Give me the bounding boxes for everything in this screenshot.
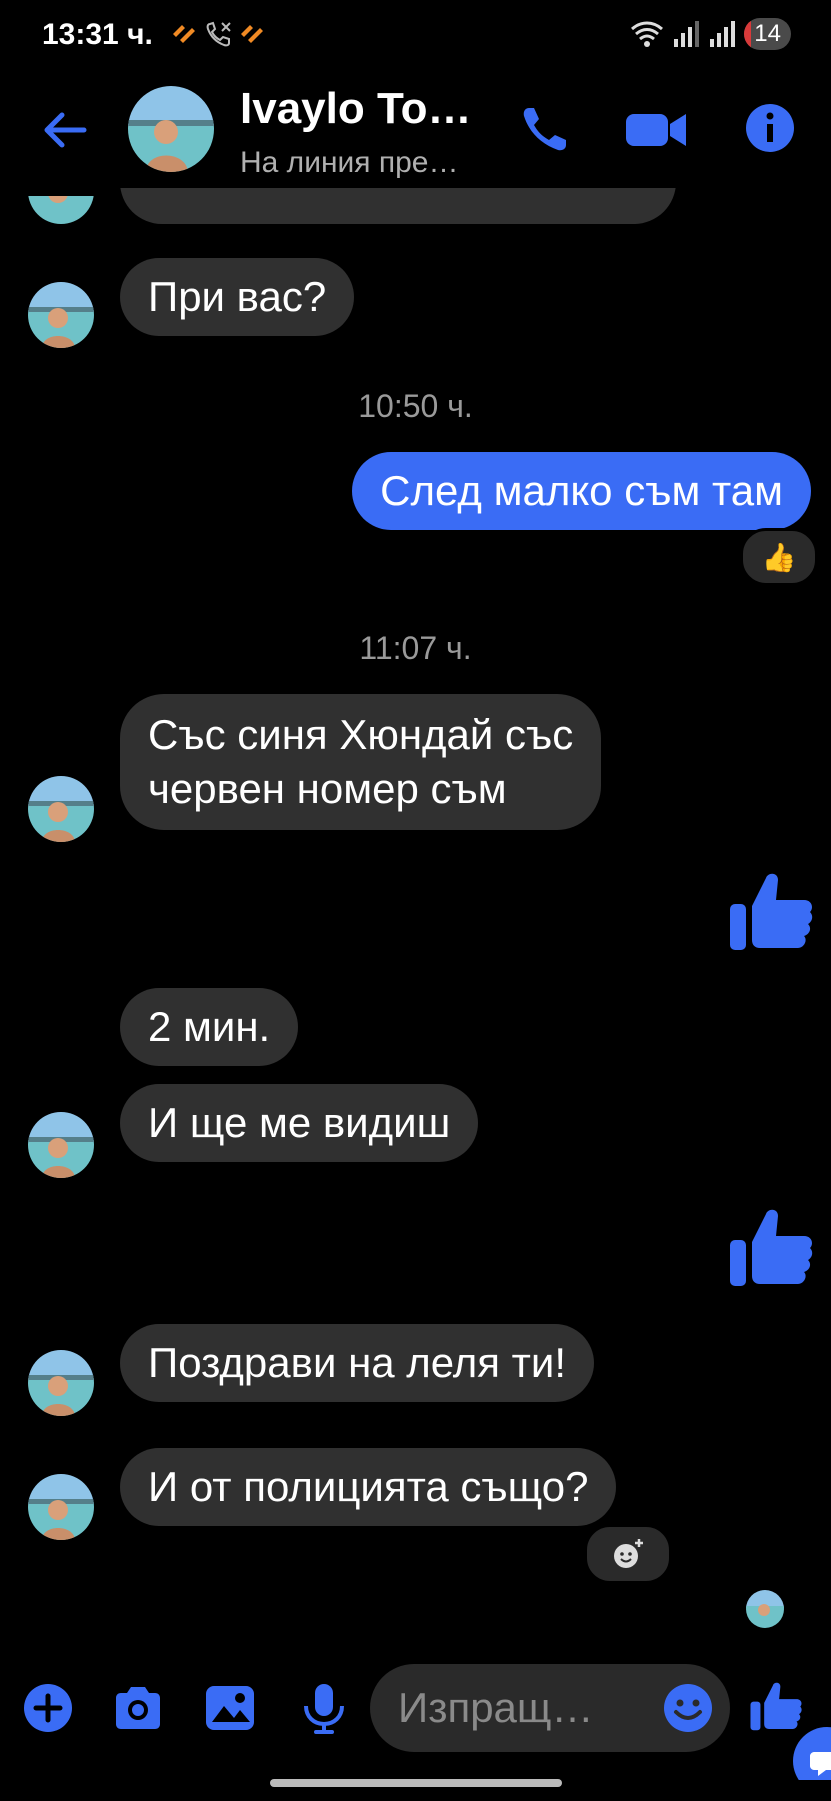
chat-head-bubble[interactable]	[792, 1726, 831, 1780]
info-icon[interactable]	[740, 98, 800, 158]
system-status: 14	[630, 18, 791, 50]
message-text-line: червен номер съм	[148, 765, 507, 812]
message-bubble-incoming[interactable]: 2 мин.	[120, 988, 299, 1066]
add-reaction-button[interactable]	[584, 1524, 672, 1584]
video-camera-icon[interactable]	[622, 100, 692, 160]
like-sticker-icon[interactable]	[726, 1202, 816, 1292]
sender-avatar	[28, 1474, 94, 1540]
microphone-icon[interactable]	[296, 1680, 352, 1736]
app-notification-icon	[173, 25, 195, 43]
sender-avatar	[28, 282, 94, 348]
app-notification-icon	[241, 25, 263, 43]
message-bubble-incoming[interactable]: Поздрави на леля ти!	[120, 1324, 595, 1402]
wifi-icon	[631, 21, 664, 47]
contact-status: На линия пре…	[240, 146, 459, 179]
home-indicator[interactable]	[270, 1779, 562, 1787]
message-bubble-outgoing[interactable]: След малко съм там	[352, 452, 811, 530]
battery-indicator: 14	[744, 18, 791, 50]
camera-icon[interactable]	[110, 1680, 166, 1736]
phone-icon[interactable]	[515, 100, 575, 160]
message-timestamp: 10:50 ч.	[358, 388, 473, 424]
message-bubble-incoming[interactable]: И ще ме видиш	[120, 1084, 479, 1162]
message-bubble-incoming[interactable]: Със синя Хюндай със червен номер съм	[120, 694, 602, 830]
missed-call-icon	[206, 21, 231, 47]
reaction-badge[interactable]: 👍	[740, 528, 818, 586]
back-arrow-icon[interactable]	[36, 100, 96, 160]
message-bubble-incoming[interactable]: И от полицията също?	[120, 1448, 617, 1526]
chat-bubble-icon	[793, 1727, 831, 1780]
notification-icons	[170, 20, 268, 48]
contact-avatar[interactable]	[128, 86, 214, 172]
gallery-icon[interactable]	[202, 1680, 258, 1736]
signal-icon	[674, 21, 700, 47]
emoji-icon[interactable]	[662, 1682, 714, 1734]
message-timestamp: 11:07 ч.	[359, 630, 472, 666]
plus-icon[interactable]	[20, 1680, 76, 1736]
status-time: 13:31 ч.	[42, 18, 153, 51]
sender-avatar	[28, 196, 94, 224]
seen-receipt-avatar	[746, 1590, 784, 1628]
signal-icon	[710, 21, 736, 47]
sender-avatar	[28, 1350, 94, 1416]
add-emoji-icon	[614, 1539, 643, 1568]
message-text-line: Със синя Хюндай със	[148, 711, 574, 758]
like-sticker-icon[interactable]	[726, 866, 816, 956]
sender-avatar	[28, 776, 94, 842]
message-bubble-incoming[interactable]: При вас?	[120, 258, 355, 336]
contact-name[interactable]: Ivaylo To…	[240, 84, 471, 134]
sender-avatar	[28, 1112, 94, 1178]
